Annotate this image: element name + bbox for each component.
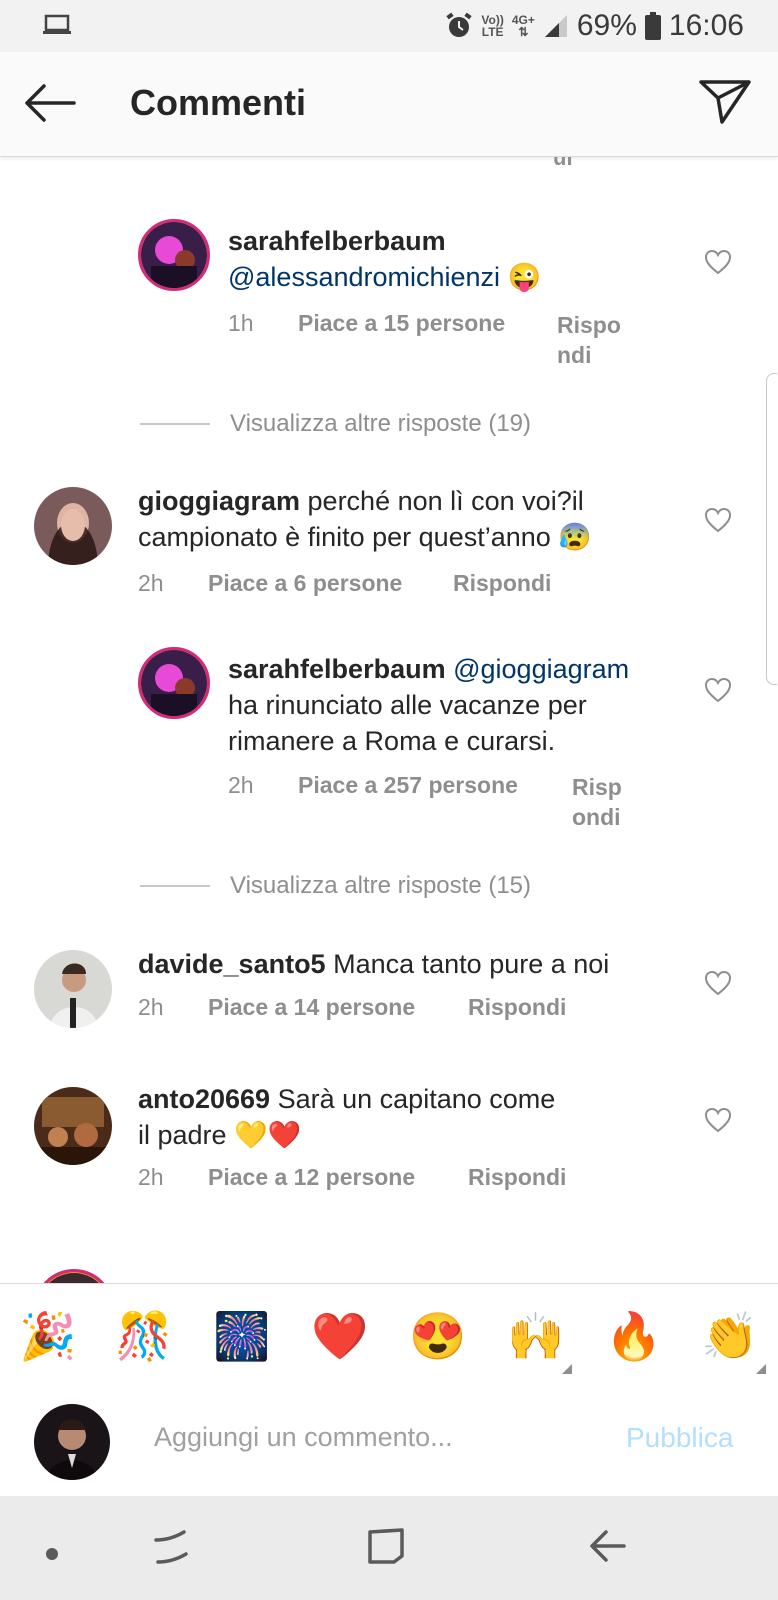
home-icon[interactable]: [366, 1526, 406, 1566]
comment-text: anto20669 Sarà un capitano come il padre…: [138, 1084, 556, 1150]
comment-time: 2h: [138, 570, 164, 596]
emoji-fire[interactable]: 🔥: [604, 1306, 664, 1366]
likes-count[interactable]: Piace a 6 persone: [208, 570, 402, 597]
likes-count[interactable]: Piace a 12 persone: [208, 1164, 415, 1191]
emoji: 😜: [507, 262, 542, 292]
nav-dot-icon[interactable]: [46, 1548, 58, 1560]
comment-text: sarahfelberbaum @alessandromichienzi 😜: [228, 223, 541, 295]
avatar[interactable]: [34, 1087, 112, 1165]
emoji-confetti-ball[interactable]: 🎊: [114, 1306, 174, 1366]
heart-icon[interactable]: [704, 249, 732, 275]
comment-reply: sarahfelberbaum @alessandromichienzi 😜 1…: [0, 157, 778, 387]
username[interactable]: sarahfelberbaum: [228, 226, 446, 256]
network-indicator: 4G+ ⇅: [511, 13, 535, 39]
reply-button[interactable]: Rispondi: [468, 1164, 566, 1191]
comment-list[interactable]: ui sarahfelberbaum @alessandromichienzi …: [0, 157, 778, 1283]
skin-tone-indicator-icon: [562, 1364, 572, 1374]
emoji-party-popper[interactable]: 🎉: [18, 1306, 78, 1366]
reply-button[interactable]: Rispondi: [453, 570, 551, 597]
emoji: 💛❤️: [234, 1120, 302, 1150]
emoji: 😰: [558, 522, 592, 552]
comment-reply: sarahfelberbaum @gioggiagram ha rinuncia…: [0, 647, 778, 847]
avatar[interactable]: [34, 1269, 114, 1283]
signal-icon: [544, 15, 567, 37]
username[interactable]: sarahfelberbaum: [228, 654, 446, 684]
emoji-heart-eyes[interactable]: 😍: [408, 1306, 468, 1366]
back-arrow-icon[interactable]: [22, 82, 78, 124]
username[interactable]: anto20669: [138, 1084, 270, 1114]
skin-tone-indicator-icon: [756, 1364, 766, 1374]
comment-text: gioggiagram perché non lì con voi?il cam…: [138, 486, 592, 552]
emoji-quick-bar: 🎉 🎊 🎆 ❤️ 😍 🙌 🔥 👏: [0, 1283, 778, 1389]
comment: anto20669 Sarà un capitano come il padre…: [0, 1077, 778, 1217]
emoji-raising-hands[interactable]: 🙌: [506, 1306, 566, 1366]
battery-icon: [644, 12, 661, 40]
laptop-icon: [43, 14, 71, 34]
username[interactable]: davide_santo5: [138, 949, 326, 979]
clock: 16:06: [668, 9, 744, 42]
reply-button[interactable]: Rispondi: [557, 310, 621, 370]
direct-send-icon[interactable]: [698, 78, 752, 126]
likes-count[interactable]: Piace a 15 persone: [298, 310, 505, 337]
scrollbar[interactable]: [766, 373, 777, 685]
comment-meta: 1h: [228, 310, 254, 337]
back-nav-icon[interactable]: [588, 1526, 628, 1566]
status-bar: Vo)) LTE 4G+ ⇅ 69% 16:06: [0, 0, 778, 52]
username[interactable]: gioggiagram: [138, 486, 300, 516]
reply-button[interactable]: Rispondi: [468, 994, 566, 1021]
avatar[interactable]: [138, 647, 210, 719]
comment-time: 2h: [228, 772, 254, 798]
comment-time: 2h: [138, 1164, 164, 1190]
comment-text: davide_santo5 Manca tanto pure a noi: [138, 949, 610, 979]
emoji-red-heart[interactable]: ❤️: [310, 1306, 370, 1366]
header: Commenti: [0, 52, 778, 157]
heart-icon[interactable]: [704, 970, 732, 996]
battery-percent: 69%: [576, 9, 637, 42]
user-avatar: [34, 1404, 110, 1480]
comment-time: 1h: [228, 310, 254, 336]
emoji-clapping-hands[interactable]: 👏: [700, 1306, 760, 1366]
avatar[interactable]: [34, 487, 112, 565]
comment-composer: Aggiungi un commento... Pubblica: [0, 1388, 778, 1496]
comment: gioggiagram perché non lì con voi?il cam…: [0, 477, 778, 627]
heart-icon[interactable]: [704, 1107, 732, 1133]
alarm-icon: [446, 12, 473, 37]
mention-link[interactable]: @alessandromichienzi: [228, 262, 500, 292]
emoji-fireworks[interactable]: 🎆: [212, 1306, 272, 1366]
likes-count[interactable]: Piace a 14 persone: [208, 994, 415, 1021]
heart-icon[interactable]: [704, 507, 732, 533]
view-more-replies[interactable]: Visualizza altre risposte (19): [140, 410, 531, 438]
avatar[interactable]: [138, 219, 210, 291]
comment: davide_santo5 Manca tanto pure a noi 2h …: [0, 942, 778, 1052]
mention-link[interactable]: @gioggiagram: [453, 654, 629, 684]
avatar[interactable]: [34, 950, 112, 1028]
comment-input[interactable]: Aggiungi un commento...: [154, 1422, 453, 1453]
likes-count[interactable]: Piace a 257 persone: [298, 772, 518, 799]
comment-time: 2h: [138, 994, 164, 1020]
comment-text: sarahfelberbaum @gioggiagram ha rinuncia…: [228, 654, 630, 756]
system-nav-bar: [0, 1496, 778, 1600]
heart-icon[interactable]: [704, 677, 732, 703]
view-more-replies[interactable]: Visualizza altre risposte (15): [140, 872, 531, 900]
reply-button[interactable]: Rispondi: [572, 772, 622, 832]
page-title: Commenti: [130, 82, 307, 123]
post-button[interactable]: Pubblica: [626, 1422, 733, 1454]
volte-indicator: Vo)) LTE: [481, 13, 504, 39]
recent-apps-icon[interactable]: [152, 1528, 190, 1568]
